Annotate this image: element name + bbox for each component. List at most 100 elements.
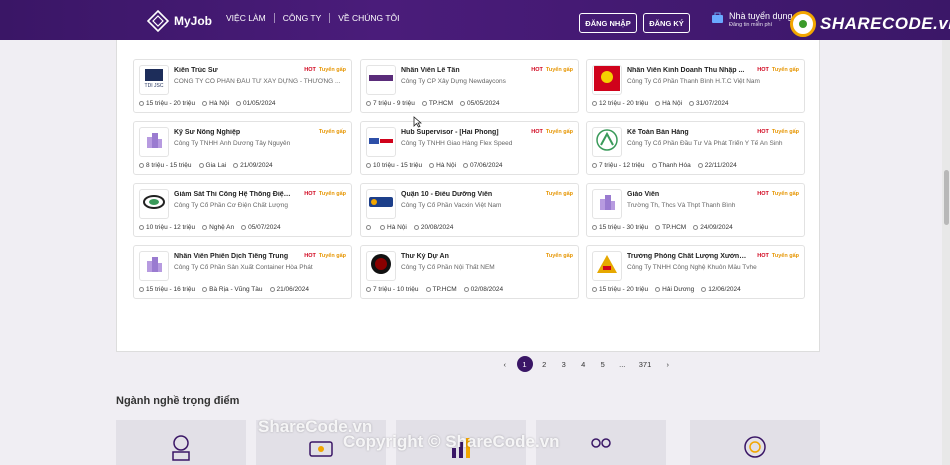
date-text: 01/05/2024 — [243, 100, 276, 107]
company-name[interactable]: Công Ty TNHH Công Nghệ Khuôn Mẫu Tvhe — [627, 264, 802, 271]
salary-text: 15 triệu - 20 triệu — [146, 100, 196, 107]
industry-tile[interactable] — [690, 420, 820, 465]
prev-page-button[interactable]: ‹ — [495, 356, 515, 372]
company-logo[interactable] — [592, 65, 622, 95]
main-nav: VIỆC LÀM CÔNG TY VỀ CHÚNG TÔI — [218, 13, 408, 23]
job-card[interactable]: Trưởng Phòng Chất Lượng Xưởng Nhựa Công T… — [586, 245, 805, 299]
salary-icon — [366, 287, 371, 292]
page-2-button[interactable]: 2 — [535, 356, 555, 372]
deadline: 05/07/2024 — [241, 224, 281, 231]
job-card[interactable]: Giáo Viên Trường Th, Thcs Và Thpt Thanh B… — [586, 183, 805, 237]
calendar-icon — [463, 287, 469, 292]
company-name[interactable]: Công Ty Cổ Phần Vacxin Việt Nam — [401, 202, 576, 209]
calendar-icon — [269, 287, 275, 292]
nem-logo — [369, 252, 393, 280]
job-title[interactable]: Quận 10 - Điều Dưỡng Viên — [401, 191, 521, 198]
company-logo[interactable] — [366, 65, 396, 95]
job-title[interactable]: Thư Ký Dự Án — [401, 253, 521, 260]
employer-link[interactable]: Nhà tuyển dụng Đăng tin miễn phí — [711, 11, 793, 28]
location-text: Bà Rịa - Vũng Tàu — [209, 286, 263, 293]
job-card[interactable]: Kế Toán Bán Hàng Công Ty Cổ Phần Đầu Tư V… — [586, 121, 805, 175]
nav-companies[interactable]: CÔNG TY — [273, 13, 330, 23]
next-page-button[interactable]: › — [658, 356, 678, 372]
company-name[interactable]: Công Ty Cổ Phần Thanh Bình H.T.C Việt Na… — [627, 78, 802, 85]
job-card[interactable]: Kỹ Sư Nông Nghiệp Công Ty TNHH Ánh Dương … — [133, 121, 352, 175]
page-last-button[interactable]: 371 — [632, 356, 658, 372]
job-card[interactable]: Nhân Viên Phiên Dịch Tiếng Trung Công Ty … — [133, 245, 352, 299]
job-title[interactable]: Nhân Viên Phiên Dịch Tiếng Trung — [174, 253, 294, 260]
company-logo[interactable] — [366, 189, 396, 219]
urgent-badge: Tuyển gấp — [771, 253, 799, 259]
salary-icon — [592, 287, 597, 292]
job-meta: 15 triệu - 30 triệu TP.HCM 24/09/2024 — [592, 224, 733, 231]
company-name[interactable]: Công Ty Cổ Phần Cơ Điện Chất Lượng — [174, 202, 349, 209]
industry-tile[interactable] — [116, 420, 246, 465]
page-3-button[interactable]: 3 — [554, 356, 574, 372]
company-logo[interactable] — [139, 127, 169, 157]
page-5-button[interactable]: 5 — [593, 356, 613, 372]
salary-text: 10 triệu - 12 triệu — [146, 224, 196, 231]
company-logo[interactable] — [139, 189, 169, 219]
job-card[interactable]: Hub Supervisor - [Hai Phong] Công Ty TNHH… — [360, 121, 579, 175]
salary-icon — [139, 101, 144, 106]
scrollbar-thumb[interactable] — [944, 170, 949, 225]
flex-speed-logo — [368, 133, 394, 151]
job-card[interactable]: TDI JSC Kiến Trúc Sư CÔNG TY CỔ PHẦN ĐẦU T… — [133, 59, 352, 113]
location-text: TP.HCM — [432, 286, 457, 293]
nav-jobs[interactable]: VIỆC LÀM — [218, 13, 274, 23]
company-name[interactable]: CÔNG TY CỔ PHẦN ĐẦU TƯ XÂY DỰNG - THƯƠNG… — [174, 78, 349, 85]
job-meta: 10 triệu - 15 triệu Hà Nội 07/06/2024 — [366, 162, 503, 169]
company-logo[interactable] — [592, 189, 622, 219]
login-button[interactable]: ĐĂNG NHẬP — [579, 13, 637, 33]
job-title[interactable]: Nhân Viên Lễ Tân — [401, 67, 521, 74]
job-title[interactable]: Giáo Viên — [627, 191, 747, 198]
register-button[interactable]: ĐĂNG KÝ — [643, 13, 690, 33]
job-card[interactable]: Nhân Viên Kinh Doanh Thu Nhập ... Công Ty… — [586, 59, 805, 113]
job-card[interactable]: Nhân Viên Lễ Tân Công Ty CP Xây Dựng Newd… — [360, 59, 579, 113]
job-title[interactable]: Kiến Trúc Sư — [174, 67, 294, 74]
nav-about[interactable]: VỀ CHÚNG TÔI — [329, 13, 407, 23]
job-title[interactable]: Giám Sát Thi Công Hệ Thống Điện ... — [174, 191, 294, 198]
company-name[interactable]: Công Ty TNHH Giao Hàng Flex Speed — [401, 140, 576, 147]
company-logo[interactable] — [366, 251, 396, 281]
company-logo[interactable]: TDI JSC — [139, 65, 169, 95]
company-logo[interactable] — [366, 127, 396, 157]
hot-badge: HOT — [304, 191, 316, 197]
company-name[interactable]: Công Ty Cổ Phần Sản Xuất Container Hòa P… — [174, 264, 349, 271]
company-name[interactable]: Công Ty Cổ Phần Nội Thất NEM — [401, 264, 576, 271]
page-1-button[interactable]: 1 — [516, 356, 533, 372]
logo-text: MyJob — [174, 14, 213, 28]
company-name[interactable]: Công Ty CP Xây Dựng Newdaycons — [401, 78, 576, 85]
company-name[interactable]: Công Ty TNHH Ánh Dương Tây Nguyên — [174, 140, 349, 147]
salary-text: 15 triệu - 20 triệu — [599, 286, 649, 293]
salary — [366, 224, 373, 231]
job-title[interactable]: Kế Toán Bán Hàng — [627, 129, 747, 136]
job-title[interactable]: Nhân Viên Kinh Doanh Thu Nhập ... — [627, 67, 747, 74]
myjob-logo[interactable]: MyJob — [147, 10, 212, 32]
job-badges: Tuyển gấp — [543, 253, 573, 259]
location-icon — [198, 163, 204, 168]
newdaycons-logo — [368, 71, 394, 89]
page-scrollbar[interactable] — [942, 40, 950, 465]
location-text: Hà Nội — [209, 100, 230, 107]
an-sinh-logo — [595, 128, 619, 156]
job-card[interactable]: Giám Sát Thi Công Hệ Thống Điện ... Công … — [133, 183, 352, 237]
company-name[interactable]: Công Ty Cổ Phần Đầu Tư Và Phát Triển Y T… — [627, 140, 802, 147]
job-card[interactable]: Thư Ký Dự Án Công Ty Cổ Phần Nội Thất NEM… — [360, 245, 579, 299]
company-name[interactable]: Trường Th, Thcs Và Thpt Thanh Bình — [627, 202, 802, 209]
date-text: 31/07/2024 — [696, 100, 729, 107]
date-text: 07/06/2024 — [470, 162, 503, 169]
urgent-badge: Tuyển gấp — [545, 191, 573, 197]
company-logo[interactable] — [139, 251, 169, 281]
company-logo[interactable] — [592, 127, 622, 157]
job-card[interactable]: Quận 10 - Điều Dưỡng Viên Công Ty Cổ Phần… — [360, 183, 579, 237]
job-title[interactable]: Hub Supervisor - [Hai Phong] — [401, 129, 521, 136]
job-title[interactable]: Trưởng Phòng Chất Lượng Xưởng Nhựa — [627, 253, 747, 260]
page-4-button[interactable]: 4 — [574, 356, 594, 372]
pagination: ‹ 1 2 3 4 5 ... 371 › — [495, 356, 678, 372]
date-text: 21/06/2024 — [276, 286, 310, 293]
urgent-badge: Tuyển gấp — [318, 191, 346, 197]
job-title[interactable]: Kỹ Sư Nông Nghiệp — [174, 129, 294, 136]
job-badges: HOT Tuyển gấp — [304, 191, 346, 197]
company-logo[interactable] — [592, 251, 622, 281]
